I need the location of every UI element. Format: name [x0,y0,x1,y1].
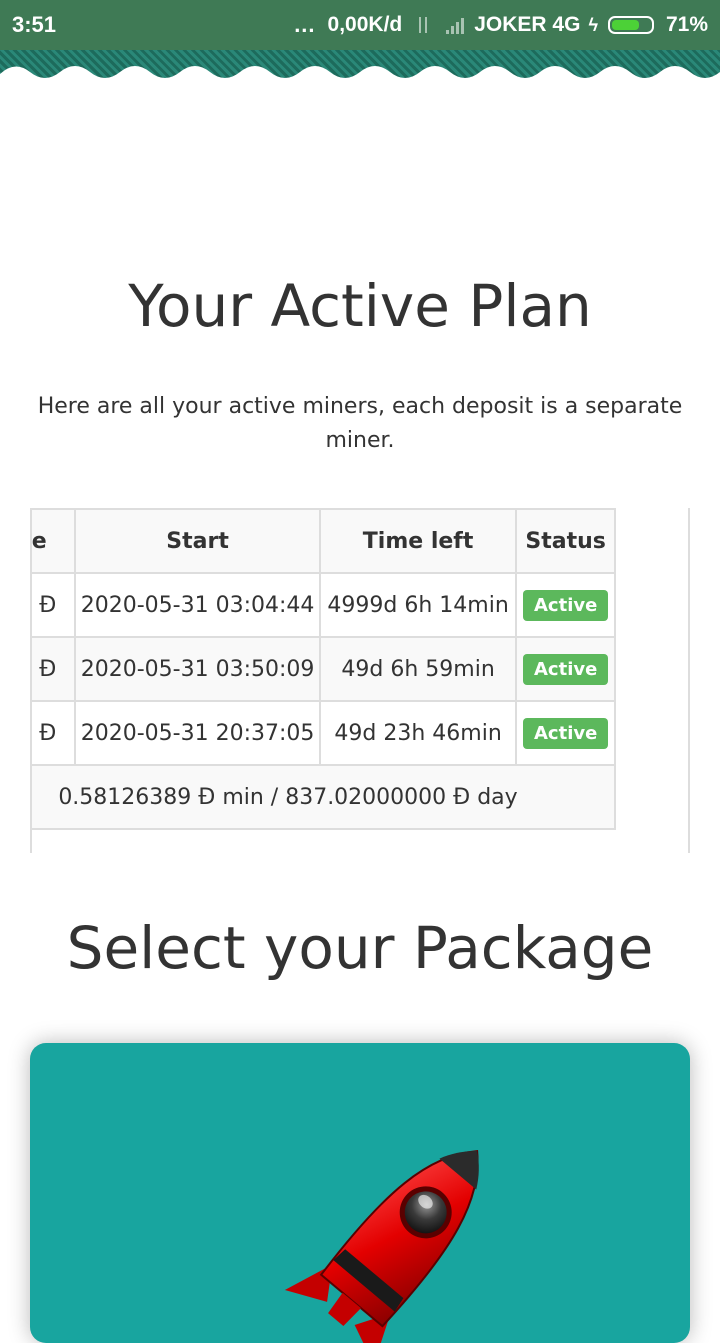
status-cell: Active [515,700,616,766]
rate-cell: 000 Đ [32,700,77,766]
charging-icon: ϟ [588,14,598,35]
header-wave-decoration [0,50,720,80]
status-badge: Active [522,717,609,749]
status-indicators: ... 0,00K/d JOKER 4G ϟ 71% [294,12,708,38]
packages-title: Select your Package [66,914,654,982]
time-left-cell: 49d 23h 46min [318,700,518,766]
data-transfer-icon [414,15,432,35]
status-badge: Active [522,589,609,621]
time-left-cell: 4999d 6h 14min [318,572,518,638]
miners-table-container[interactable]: Rate Start Time left Status 389 Đ 2020-0… [30,508,690,853]
start-cell: 2020-05-31 03:50:09 [74,636,321,702]
mining-rate-summary: 0.58126389 Đ min / 837.02000000 Đ day [32,764,616,830]
active-plan-title: Your Active Plan [128,272,592,340]
status-badge: Active [522,653,609,685]
miners-table: Rate Start Time left Status 389 Đ 2020-0… [32,508,616,830]
battery-icon [607,16,654,34]
column-header-rate: Rate [32,508,77,574]
status-cell: Active [515,636,616,702]
active-plan-description: Here are all your active miners, each de… [37,394,683,453]
status-time: 3:51 [12,12,57,37]
status-bar: 3:51 ... 0,00K/d JOKER 4G ϟ 71% [0,0,720,50]
time-left-cell: 49d 6h 59min [318,636,518,702]
more-notifications-icon: ... [294,12,316,37]
carrier-name: JOKER 4G [474,13,581,36]
rate-cell: 000 Đ [32,636,77,702]
rate-cell: 389 Đ [32,572,77,638]
column-header-start: Start [74,508,321,574]
column-header-status: Status [515,508,616,574]
battery-percent: 71% [665,13,708,36]
rocket-icon [284,1149,479,1343]
battery-level [611,20,639,30]
signal-strength-icon [446,16,465,34]
network-speed: 0,00K/d [327,13,403,36]
table-header-row: Rate Start Time left Status [32,508,616,574]
table-row: 000 Đ 2020-05-31 20:37:05 49d 23h 46min … [32,700,616,766]
table-row: 389 Đ 2020-05-31 03:04:44 4999d 6h 14min… [32,572,616,638]
start-cell: 2020-05-31 03:04:44 [74,572,321,638]
status-cell: Active [515,572,616,638]
package-card[interactable] [30,1043,690,1343]
start-cell: 2020-05-31 20:37:05 [74,700,321,766]
table-row: 000 Đ 2020-05-31 03:50:09 49d 6h 59min A… [32,636,616,702]
column-header-time-left: Time left [318,508,518,574]
summary-row: 0.58126389 Đ min / 837.02000000 Đ day [32,764,616,830]
